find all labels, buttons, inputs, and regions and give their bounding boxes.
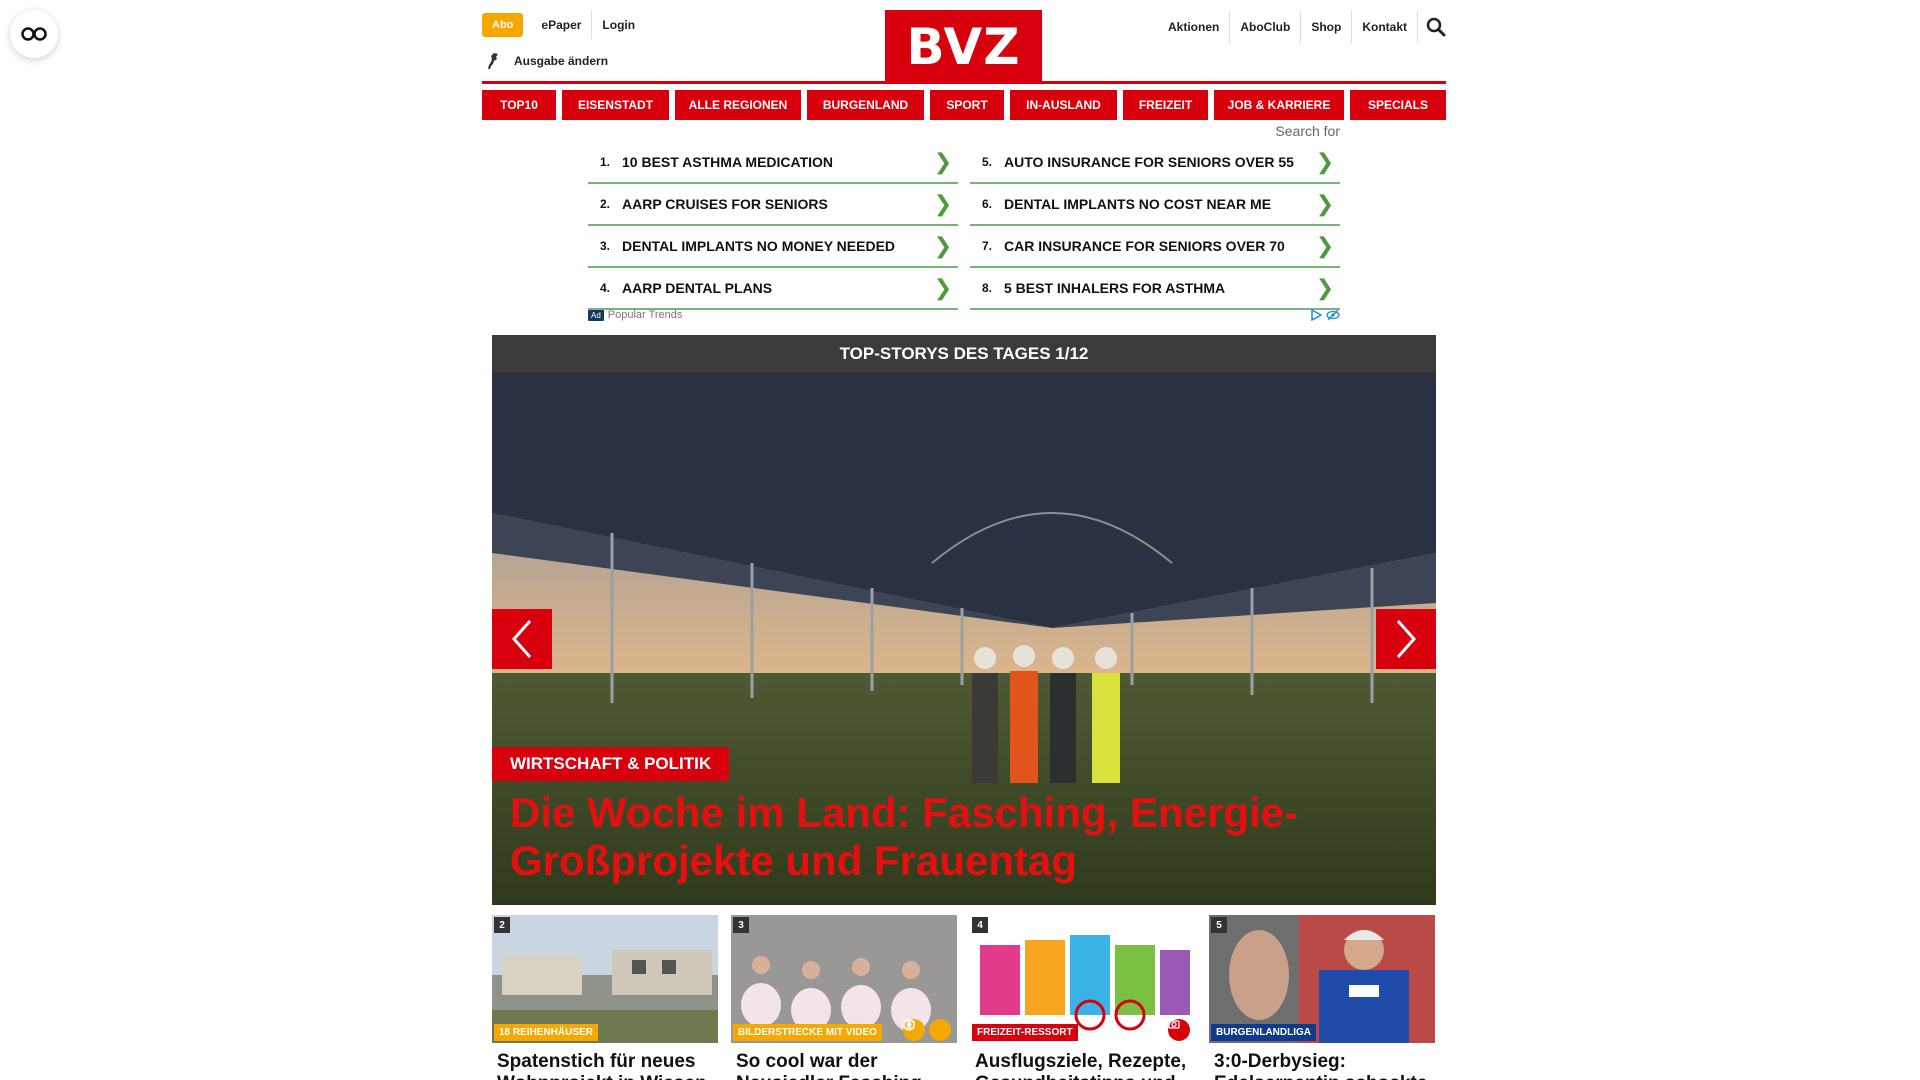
story-title[interactable]: 3:0-Derbysieg: Edelserpentin schockte [1209, 1051, 1435, 1080]
play-icon [903, 1019, 951, 1041]
nav-item-top10[interactable]: Top10 [482, 90, 556, 120]
ad-link[interactable]: 3. DENTAL IMPLANTS NO MONEY NEEDED ❯ [588, 226, 958, 268]
top-left-links: Abo ePaper Login [482, 11, 645, 39]
story-title[interactable]: So cool war der Neusiedler Fasching [731, 1051, 957, 1080]
story-cards: 2 18 Reihenhäuser Spatenstich für neues … [492, 915, 1436, 1080]
page-container: Abo ePaper Login Ausgabe ändern BVZ Akti… [482, 0, 1446, 1080]
ad-number: 4. [599, 281, 610, 295]
abo-button[interactable]: Abo [482, 13, 524, 37]
ad-number: 2. [599, 197, 610, 211]
hide-ad-eye-icon[interactable] [1326, 309, 1340, 321]
story-rank: 5 [1211, 917, 1227, 933]
story-rank: 2 [494, 917, 510, 933]
ad-badge: Ad [588, 309, 604, 321]
story-tag: 18 Reihenhäuser [494, 1024, 598, 1041]
chevron-right-icon: ❯ [1315, 233, 1335, 258]
ad-text: AUTO INSURANCE FOR SENIORS OVER 55 [1004, 154, 1294, 170]
nav-item-specials[interactable]: Specials [1350, 90, 1446, 120]
story-rank: 3 [733, 917, 749, 933]
main-navigation: Top10 Eisenstadt Alle Regionen Burgenlan… [482, 90, 1446, 120]
ad-number: 5. [981, 155, 992, 169]
story-thumbnail: 5 Burgenlandliga [1209, 915, 1435, 1043]
login-link[interactable]: Login [592, 11, 645, 39]
hero-slider[interactable]: WIRTSCHAFT & POLITIK Die Woche im Land: … [492, 373, 1436, 905]
chevron-right-icon: ❯ [1315, 149, 1335, 174]
aktionen-link[interactable]: Aktionen [1158, 11, 1231, 43]
nav-item-freizeit[interactable]: Freizeit [1123, 90, 1208, 120]
adchoices-play-icon[interactable] [1310, 309, 1322, 321]
ad-text: 5 BEST INHALERS FOR ASTHMA [1004, 280, 1226, 296]
story-tag: Freizeit-Ressort [972, 1024, 1078, 1041]
nav-item-sport[interactable]: Sport [930, 90, 1004, 120]
ad-link[interactable]: 5. AUTO INSURANCE FOR SENIORS OVER 55 ❯ [970, 142, 1340, 184]
ad-text: AARP DENTAL PLANS [622, 280, 773, 296]
hero-headline[interactable]: Die Woche im Land: Fasching, Energie-Gro… [510, 789, 1390, 885]
slider-next-button[interactable] [1376, 609, 1436, 669]
nav-item-in-ausland[interactable]: In-Ausland [1010, 90, 1117, 120]
story-tag: Bilderstrecke mit Video [733, 1024, 882, 1041]
ad-link[interactable]: 8. 5 BEST INHALERS FOR ASTHMA ❯ [970, 268, 1340, 310]
story-title[interactable]: Spatenstich für neues Wohnprojekt in Wie… [492, 1051, 718, 1080]
ad-number: 7. [981, 239, 992, 253]
hero-category-label[interactable]: WIRTSCHAFT & POLITIK [492, 747, 730, 781]
ad-link[interactable]: 7. CAR INSURANCE FOR SENIORS OVER 70 ❯ [970, 226, 1340, 268]
camera-icon [1168, 1019, 1190, 1041]
ad-link[interactable]: 6. DENTAL IMPLANTS NO COST NEAR ME ❯ [970, 184, 1340, 226]
aboclub-link[interactable]: AboClub [1230, 11, 1302, 43]
story-card[interactable]: 5 Burgenlandliga 3:0-Derbysieg: Edelserp… [1209, 915, 1435, 1080]
ad-text: CAR INSURANCE FOR SENIORS OVER 70 [1004, 238, 1285, 254]
change-edition-link[interactable]: Ausgabe ändern [482, 51, 608, 71]
nav-item-job-karriere[interactable]: Job & Karriere [1214, 90, 1344, 120]
chevron-left-icon [511, 620, 532, 658]
accessibility-button[interactable] [10, 10, 58, 58]
story-title[interactable]: Ausflugsziele, Rezepte, Gesundheitstipps… [970, 1051, 1196, 1080]
top-stories-header: TOP-STORYS DES TAGES 1/12 [492, 335, 1436, 373]
accessibility-toggle-icon [21, 27, 47, 41]
nav-item-eisenstadt[interactable]: Eisenstadt [562, 90, 669, 120]
site-header: Abo ePaper Login Ausgabe ändern BVZ Akti… [482, 0, 1446, 84]
ad-link[interactable]: 2. AARP CRUISES FOR SENIORS ❯ [588, 184, 958, 226]
story-tag: Burgenlandliga [1211, 1024, 1316, 1041]
story-card[interactable]: 3 Bilderstrecke mit Video So cool war de… [731, 915, 957, 1080]
ad-number: 3. [599, 239, 610, 253]
epaper-link[interactable]: ePaper [531, 11, 593, 39]
kontakt-link[interactable]: Kontakt [1352, 11, 1418, 43]
story-thumbnail: 2 18 Reihenhäuser [492, 915, 718, 1043]
chevron-right-icon: ❯ [933, 149, 953, 174]
chevron-right-icon [1396, 620, 1417, 658]
ad-link[interactable]: 1. 10 BEST ASTHMA MEDICATION ❯ [588, 142, 958, 184]
ad-number: 6. [981, 197, 992, 211]
story-thumbnail: 4 Freizeit-Ressort [970, 915, 1196, 1043]
sponsored-search-links: 1. 10 BEST ASTHMA MEDICATION ❯ 5. AUTO INSU… [588, 142, 1340, 310]
ad-text: DENTAL IMPLANTS NO COST NEAR ME [1004, 196, 1272, 212]
story-card[interactable]: 2 18 Reihenhäuser Spatenstich für neues … [492, 915, 718, 1080]
ad-number: 8. [981, 281, 992, 295]
change-edition-label: Ausgabe ändern [514, 54, 609, 68]
chevron-right-icon: ❯ [933, 233, 953, 258]
ad-footer: Ad Popular Trends [588, 309, 1340, 321]
top-right-links: Aktionen AboClub Shop Kontakt [1158, 11, 1446, 43]
story-thumbnail: 3 Bilderstrecke mit Video [731, 915, 957, 1043]
ad-text: DENTAL IMPLANTS NO MONEY NEEDED [622, 238, 896, 254]
popular-trends-label: Popular Trends [607, 309, 683, 321]
story-card[interactable]: 4 Freizeit-Ressort Ausflugsziele, Rezept… [970, 915, 1196, 1080]
ad-number: 1. [599, 155, 610, 169]
nav-item-burgenland[interactable]: Burgenland [807, 90, 924, 120]
bvz-logo[interactable]: BVZ [885, 10, 1042, 84]
ad-text: AARP CRUISES FOR SENIORS [622, 196, 828, 212]
chevron-right-icon: ❯ [1315, 191, 1335, 216]
ad-link[interactable]: 4. AARP DENTAL PLANS ❯ [588, 268, 958, 310]
chevron-right-icon: ❯ [933, 191, 953, 216]
ad-search-for-label: Search for [1275, 123, 1340, 139]
story-rank: 4 [972, 917, 988, 933]
slider-prev-button[interactable] [492, 609, 552, 669]
chevron-right-icon: ❯ [933, 275, 953, 300]
chevron-right-icon: ❯ [1315, 275, 1335, 300]
nav-item-alle-regionen[interactable]: Alle Regionen [675, 90, 801, 120]
shop-link[interactable]: Shop [1301, 11, 1353, 43]
burgenland-map-icon [488, 53, 498, 69]
ad-text: 10 BEST ASTHMA MEDICATION [622, 154, 834, 170]
search-icon[interactable] [1418, 11, 1446, 43]
